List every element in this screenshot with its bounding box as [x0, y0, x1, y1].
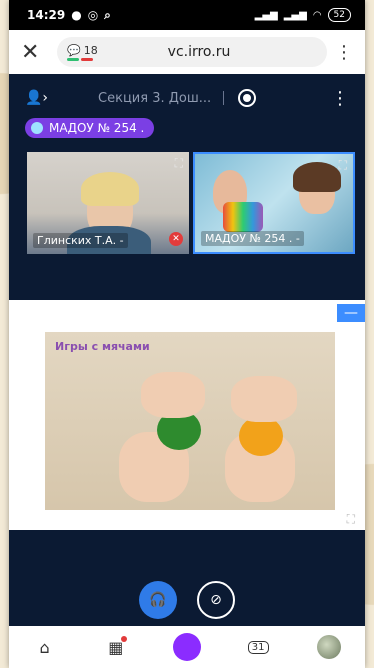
participant-hair-2 [293, 162, 341, 192]
video-tile-1[interactable]: ⛶ Глинских Т.А. - ✕ [27, 152, 189, 254]
mic-muted-icon: ✕ [169, 232, 183, 246]
call-controls: 🎧 ⊘ [9, 578, 365, 622]
participants-icon[interactable]: 👤› [25, 90, 48, 106]
fullscreen-icon[interactable]: ⛶ [347, 512, 355, 527]
address-bar[interactable]: 💬 18 vc.irro.ru [57, 37, 327, 67]
divider [223, 91, 225, 105]
home-icon: ⌂ [39, 637, 50, 657]
audio-button[interactable]: 🎧 [139, 581, 177, 619]
notification-dot [120, 636, 127, 642]
active-speaker-badge: МАДОУ № 254 . [25, 118, 155, 138]
participant-name: Глинских Т.А. - [33, 233, 128, 248]
minimize-button[interactable]: — [337, 304, 365, 322]
conference-menu-icon[interactable]: ⋮ [331, 88, 349, 109]
nav-alice[interactable] [167, 632, 207, 662]
headphones-icon: 🎧 [149, 592, 167, 608]
notification-icon: ● [71, 8, 82, 22]
calendar-icon: 31 [247, 640, 269, 654]
signal-icon: ▂▄▆ [254, 9, 278, 21]
orange-ball [239, 416, 283, 456]
chat-count: 18 [83, 43, 98, 57]
participant-hair [81, 172, 139, 206]
hand-top-right [231, 376, 297, 422]
chat-counter[interactable]: 💬 18 [67, 44, 103, 61]
phone-screen: 14:29 ● ◎ ⌕ ▂▄▆ ▂▄▆ ◠ 52 ✕ 💬 18 vc.irro.… [9, 0, 365, 668]
expand-icon[interactable]: ⛶ [339, 158, 347, 173]
hand-top-left [141, 372, 205, 418]
status-bar: 14:29 ● ◎ ⌕ ▂▄▆ ▂▄▆ ◠ 52 [9, 0, 365, 30]
chat-icon: 💬 [67, 43, 81, 57]
slide-title: Игры с мячами [55, 340, 150, 353]
wifi-icon: ◠ [312, 9, 322, 21]
chat-indicator [67, 57, 93, 61]
battery-indicator: 52 [327, 8, 351, 22]
camera-off-icon: ⊘ [210, 592, 222, 608]
browser-menu-icon[interactable]: ⋮ [335, 42, 353, 63]
signal-icon-2: ▂▄▆ [283, 9, 307, 21]
pop-it-toy [223, 202, 263, 232]
status-right: ▂▄▆ ▂▄▆ ◠ 52 [255, 8, 351, 22]
video-tile-2[interactable]: ⛶ МАДОУ № 254 . - [193, 152, 355, 254]
close-icon[interactable]: ✕ [21, 40, 47, 65]
nav-calendar[interactable]: 31 [238, 632, 278, 662]
alice-icon [172, 633, 201, 661]
expand-icon[interactable]: ⛶ [175, 156, 183, 171]
microphone-icon [31, 122, 43, 134]
search-icon: ⌕ [104, 7, 111, 22]
active-speaker-name: МАДОУ № 254 . [49, 121, 145, 135]
participant-name: МАДОУ № 254 . - [201, 231, 304, 246]
status-left: 14:29 ● ◎ ⌕ [27, 8, 111, 23]
avatar [317, 635, 342, 659]
status-time: 14:29 [27, 8, 66, 22]
record-icon[interactable] [238, 89, 257, 107]
nav-services[interactable]: ▦ [96, 632, 136, 662]
conference-header: 👤› Секция 3. Дош... ⋮ [9, 84, 365, 112]
bottom-navigation: ⌂ ▦ 31 [9, 626, 365, 668]
presentation-slide: Игры с мячами [45, 332, 335, 510]
nav-profile[interactable] [309, 632, 349, 662]
camera-button[interactable]: ⊘ [197, 581, 235, 619]
whatsapp-icon: ◎ [87, 8, 99, 22]
browser-bar: ✕ 💬 18 vc.irro.ru ⋮ [9, 30, 365, 74]
nav-home[interactable]: ⌂ [25, 632, 65, 662]
url-text[interactable]: vc.irro.ru [111, 44, 287, 60]
conference-title: Секция 3. Дош... [98, 90, 212, 106]
